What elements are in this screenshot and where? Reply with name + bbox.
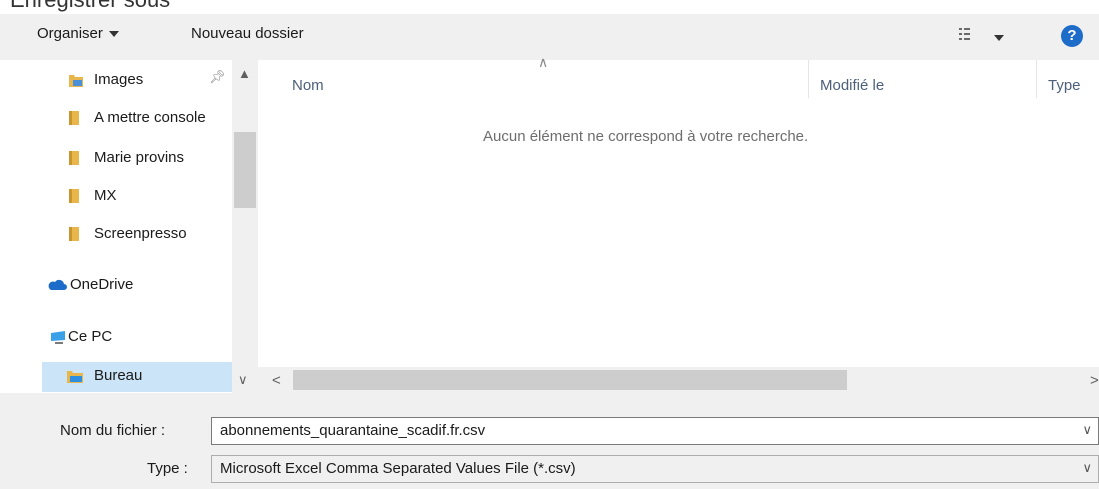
- new-folder-button[interactable]: Nouveau dossier: [191, 25, 304, 42]
- filename-value: abonnements_quarantaine_scadif.fr.csv: [220, 422, 486, 439]
- folder-icon: [68, 150, 82, 167]
- organize-label: Organiser: [37, 25, 103, 42]
- file-list-pane: ∧ Nom Modifié le Type: [258, 54, 1099, 360]
- chevron-down-icon: [994, 35, 1005, 42]
- scroll-left-icon[interactable]: <: [272, 372, 281, 389]
- view-details-icon: [959, 28, 970, 40]
- filename-field[interactable]: abonnements_quarantaine_scadif.fr.csv ∨: [211, 417, 1099, 445]
- chevron-down-icon[interactable]: ∨: [1082, 460, 1092, 476]
- horizontal-scrollbar-thumb[interactable]: [293, 370, 847, 390]
- nav-item-label: Marie provins: [94, 149, 185, 166]
- nav-item-marie-provins[interactable]: Marie provins: [0, 146, 232, 170]
- nav-item-screenpresso[interactable]: Screenpresso: [0, 222, 232, 246]
- chevron-down-icon: [108, 31, 119, 38]
- pin-icon[interactable]: 📌︎: [209, 69, 226, 85]
- nav-item-label: Images: [94, 71, 144, 88]
- nav-item-label: MX: [94, 187, 117, 204]
- images-folder-icon: [68, 72, 83, 89]
- filename-label: Nom du fichier :: [60, 422, 166, 439]
- nav-item-label: OneDrive: [70, 276, 134, 293]
- nav-item-mx[interactable]: MX: [0, 184, 232, 208]
- nav-item-label: Bureau: [94, 367, 143, 384]
- column-header-type[interactable]: Type: [1048, 77, 1081, 94]
- empty-results-message: Aucun élément ne correspond à votre rech…: [483, 128, 809, 145]
- new-folder-label: Nouveau dossier: [191, 25, 304, 42]
- folder-icon: [68, 226, 82, 243]
- view-options-button[interactable]: [958, 26, 1005, 46]
- nav-item-a-mettre-console[interactable]: A mettre console: [0, 106, 232, 130]
- window-title: Enregistrer sous: [10, 0, 170, 13]
- nav-item-bureau[interactable]: Bureau: [0, 364, 232, 388]
- chevron-down-icon[interactable]: ∨: [1082, 422, 1092, 438]
- column-divider[interactable]: [808, 60, 809, 98]
- file-type-select[interactable]: Microsoft Excel Comma Separated Values F…: [211, 455, 1099, 483]
- window-title-strip: Enregistrer sous: [0, 0, 1099, 14]
- nav-item-images[interactable]: Images 📌︎: [0, 68, 232, 92]
- column-header-name[interactable]: Nom: [292, 77, 324, 94]
- this-pc-icon: [49, 330, 69, 347]
- folder-icon: [68, 188, 82, 205]
- sort-indicator-icon: ∧: [538, 54, 549, 70]
- scroll-right-icon[interactable]: >: [1090, 372, 1099, 389]
- column-header-modified[interactable]: Modifié le: [820, 77, 884, 94]
- organize-button[interactable]: Organiser: [37, 25, 119, 42]
- file-type-value: Microsoft Excel Comma Separated Values F…: [220, 460, 576, 477]
- nav-item-label: Screenpresso: [94, 225, 187, 242]
- nav-item-ce-pc[interactable]: Ce PC: [0, 325, 232, 349]
- type-label: Type :: [147, 460, 188, 477]
- toolbar: Organiser Nouveau dossier: [0, 14, 1099, 60]
- nav-scrollbar[interactable]: [232, 60, 258, 393]
- scroll-down-icon[interactable]: ∨: [238, 372, 248, 388]
- scroll-up-icon[interactable]: ▲︎: [238, 66, 251, 81]
- nav-item-label: Ce PC: [68, 328, 113, 345]
- nav-item-label: A mettre console: [94, 109, 206, 126]
- column-divider[interactable]: [1036, 60, 1037, 98]
- folder-icon: [68, 110, 82, 127]
- onedrive-icon: [47, 278, 67, 295]
- nav-item-onedrive[interactable]: OneDrive: [0, 273, 232, 297]
- desktop-folder-icon: [66, 368, 84, 385]
- help-button[interactable]: ?: [1061, 25, 1083, 47]
- nav-scrollbar-thumb[interactable]: [234, 132, 256, 208]
